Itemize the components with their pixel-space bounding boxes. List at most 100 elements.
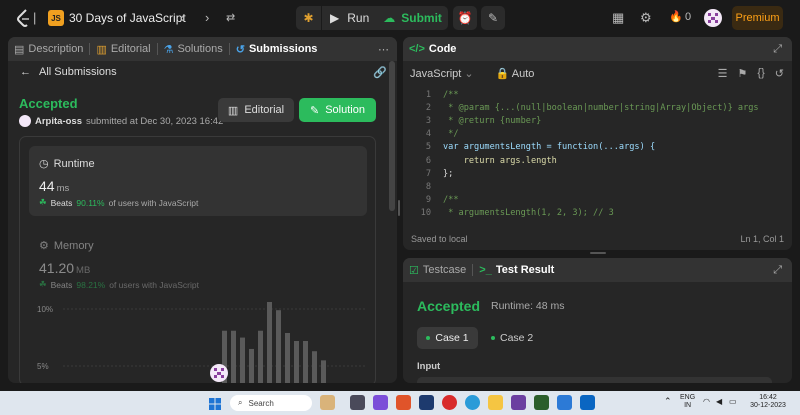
app-blue-icon[interactable] bbox=[580, 395, 595, 410]
link-icon[interactable]: 🔗 bbox=[373, 66, 387, 79]
clock-date: 30-12-2023 bbox=[750, 402, 786, 409]
user-avatar-small bbox=[19, 115, 31, 127]
input-box bbox=[417, 377, 772, 383]
app-voot-icon[interactable] bbox=[511, 395, 526, 410]
line-number: 2 bbox=[425, 103, 431, 114]
y-tick-label: 10% bbox=[37, 305, 53, 314]
tab-test-result[interactable]: >_ Test Result bbox=[473, 258, 560, 282]
tab-editorial-label: Editorial bbox=[110, 43, 151, 55]
problem-list-divider: | bbox=[33, 10, 37, 25]
chevron-down-icon: ⌄ bbox=[464, 68, 474, 80]
reset-icon[interactable]: ↺ bbox=[775, 67, 784, 80]
submit-button[interactable]: ☁ Submit bbox=[377, 11, 448, 25]
resize-handle[interactable] bbox=[590, 252, 606, 254]
runtime-number: 44 bbox=[39, 178, 55, 194]
clock[interactable]: 16:42 30-12-2023 bbox=[745, 394, 791, 410]
line-number: 10 bbox=[420, 207, 431, 218]
distribution-bar bbox=[240, 337, 245, 383]
language-label: JavaScript bbox=[410, 68, 462, 80]
beats-percent: 90.11% bbox=[76, 197, 105, 208]
fullscreen-icon[interactable]: ⤢ bbox=[773, 43, 782, 56]
prev-problem-icon[interactable]: ‹ bbox=[180, 10, 184, 26]
distribution-bar bbox=[285, 333, 290, 383]
tab-description[interactable]: ▤ Description bbox=[8, 37, 89, 61]
more-options-icon[interactable]: ⋯ bbox=[378, 43, 389, 56]
code-line: return args.length bbox=[443, 155, 557, 166]
memory-card[interactable]: ⚙ Memory 41.20 MB ☘ Beats 98.21% of users… bbox=[29, 228, 367, 298]
app-green-icon[interactable] bbox=[534, 395, 549, 410]
layout-grid-icon[interactable]: ▦ bbox=[612, 10, 624, 26]
runtime-value: 44 ms bbox=[39, 178, 69, 194]
code-editor[interactable]: 1 2 3 4 5 6 7 8 9 10 /** * @param {...(n… bbox=[403, 89, 792, 219]
tab-solutions[interactable]: ⚗ Solutions bbox=[158, 37, 229, 61]
study-plan-title[interactable]: 30 Days of JavaScript bbox=[69, 11, 186, 25]
teams-icon[interactable] bbox=[373, 395, 388, 410]
alarm-clock-icon[interactable]: ⏰ bbox=[453, 6, 477, 30]
battery-icon[interactable]: ▭ bbox=[729, 398, 737, 406]
tab-code[interactable]: </> Code bbox=[403, 37, 462, 61]
premium-button[interactable]: Premium bbox=[732, 6, 783, 30]
submitter-info: Arpita-oss submitted at Dec 30, 2023 16:… bbox=[19, 115, 223, 127]
beats-suffix: of users with JavaScript bbox=[109, 279, 199, 290]
result-status: Accepted bbox=[417, 298, 481, 314]
case-1-tab[interactable]: Case 1 bbox=[417, 327, 478, 349]
js-badge-icon: JS bbox=[48, 10, 64, 26]
distribution-bar bbox=[294, 340, 299, 383]
fullscreen-icon[interactable]: ⤢ bbox=[773, 264, 782, 277]
leetcode-logo-icon[interactable] bbox=[16, 9, 32, 27]
tab-editorial[interactable]: ▥ Editorial bbox=[90, 37, 156, 61]
debug-icon[interactable]: ✱ bbox=[296, 6, 322, 30]
task-view-icon[interactable] bbox=[350, 395, 365, 410]
language-indicator[interactable]: ENG IN bbox=[680, 394, 695, 410]
volume-icon[interactable]: ◀ bbox=[716, 398, 722, 406]
language-select[interactable]: JavaScript ⌄ bbox=[410, 67, 474, 80]
opera-icon[interactable] bbox=[442, 395, 457, 410]
notes-icon[interactable]: ✎ bbox=[481, 6, 505, 30]
tab-submissions[interactable]: ↺ Submissions bbox=[230, 37, 324, 61]
editorial-button[interactable]: ▥ Editorial bbox=[218, 98, 294, 122]
streak-fire-icon[interactable]: 🔥 bbox=[669, 10, 683, 23]
code-line: }; bbox=[443, 168, 454, 179]
runtime-card[interactable]: ◷ Runtime 44 ms ☘ Beats 90.11% of users w… bbox=[29, 146, 367, 216]
braces-icon[interactable]: {} bbox=[757, 67, 764, 80]
beats-prefix: Beats bbox=[50, 197, 73, 208]
settings-app-icon[interactable] bbox=[557, 395, 572, 410]
tray-chevron-icon[interactable]: ⌃ bbox=[664, 397, 672, 406]
format-icon[interactable]: ☰ bbox=[718, 67, 728, 80]
file-explorer-icon[interactable] bbox=[488, 395, 503, 410]
runtime-beats: ☘ Beats 90.11% of users with JavaScript bbox=[39, 197, 198, 208]
runtime-unit: ms bbox=[56, 183, 70, 194]
wifi-icon[interactable]: ◠ bbox=[703, 398, 710, 406]
next-problem-icon[interactable]: › bbox=[205, 10, 209, 26]
brave-browser-icon[interactable] bbox=[396, 395, 411, 410]
user-avatar[interactable] bbox=[704, 9, 722, 27]
back-to-submissions[interactable]: ← All Submissions bbox=[20, 66, 117, 78]
submission-panel: ▤ Description ▥ Editorial ⚗ Solutions ↺ Subm… bbox=[8, 37, 397, 383]
panel-scrollbar[interactable] bbox=[389, 61, 395, 211]
line-number: 5 bbox=[425, 142, 431, 153]
mode-label: Auto bbox=[511, 68, 535, 80]
taskbar-search[interactable]: ⌕ Search bbox=[230, 395, 312, 411]
tab-testcase[interactable]: ☑ Testcase bbox=[403, 258, 472, 282]
save-status: Saved to local bbox=[411, 234, 468, 244]
username[interactable]: Arpita-oss bbox=[35, 116, 82, 127]
widgets-icon[interactable] bbox=[320, 395, 335, 410]
case-2-tab[interactable]: Case 2 bbox=[491, 327, 533, 349]
user-marker-avatar[interactable] bbox=[210, 364, 228, 382]
windows-start-icon[interactable] bbox=[209, 398, 221, 410]
solution-button[interactable]: ✎ Solution bbox=[299, 98, 376, 122]
app-l-icon[interactable] bbox=[419, 395, 434, 410]
bookmark-icon[interactable]: ⚑ bbox=[738, 67, 748, 80]
run-button[interactable]: ▶ Run bbox=[322, 11, 377, 25]
auto-mode[interactable]: 🔒 Auto bbox=[496, 67, 535, 80]
resize-handle[interactable] bbox=[398, 200, 400, 216]
code-brackets-icon: </> bbox=[409, 43, 425, 55]
code-panel: </> Code ⤢ JavaScript ⌄ 🔒 Auto ☰ ⚑ {} ↺ 1… bbox=[403, 37, 792, 250]
beats-icon: ☘ bbox=[39, 197, 47, 207]
search-icon: ⌕ bbox=[238, 398, 243, 407]
clock-icon: ◷ bbox=[39, 158, 49, 170]
submission-status: Accepted bbox=[19, 96, 78, 111]
edge-icon[interactable] bbox=[465, 395, 480, 410]
settings-gear-icon[interactable]: ⚙ bbox=[640, 10, 652, 26]
shuffle-icon[interactable]: ⇄ bbox=[226, 10, 235, 26]
